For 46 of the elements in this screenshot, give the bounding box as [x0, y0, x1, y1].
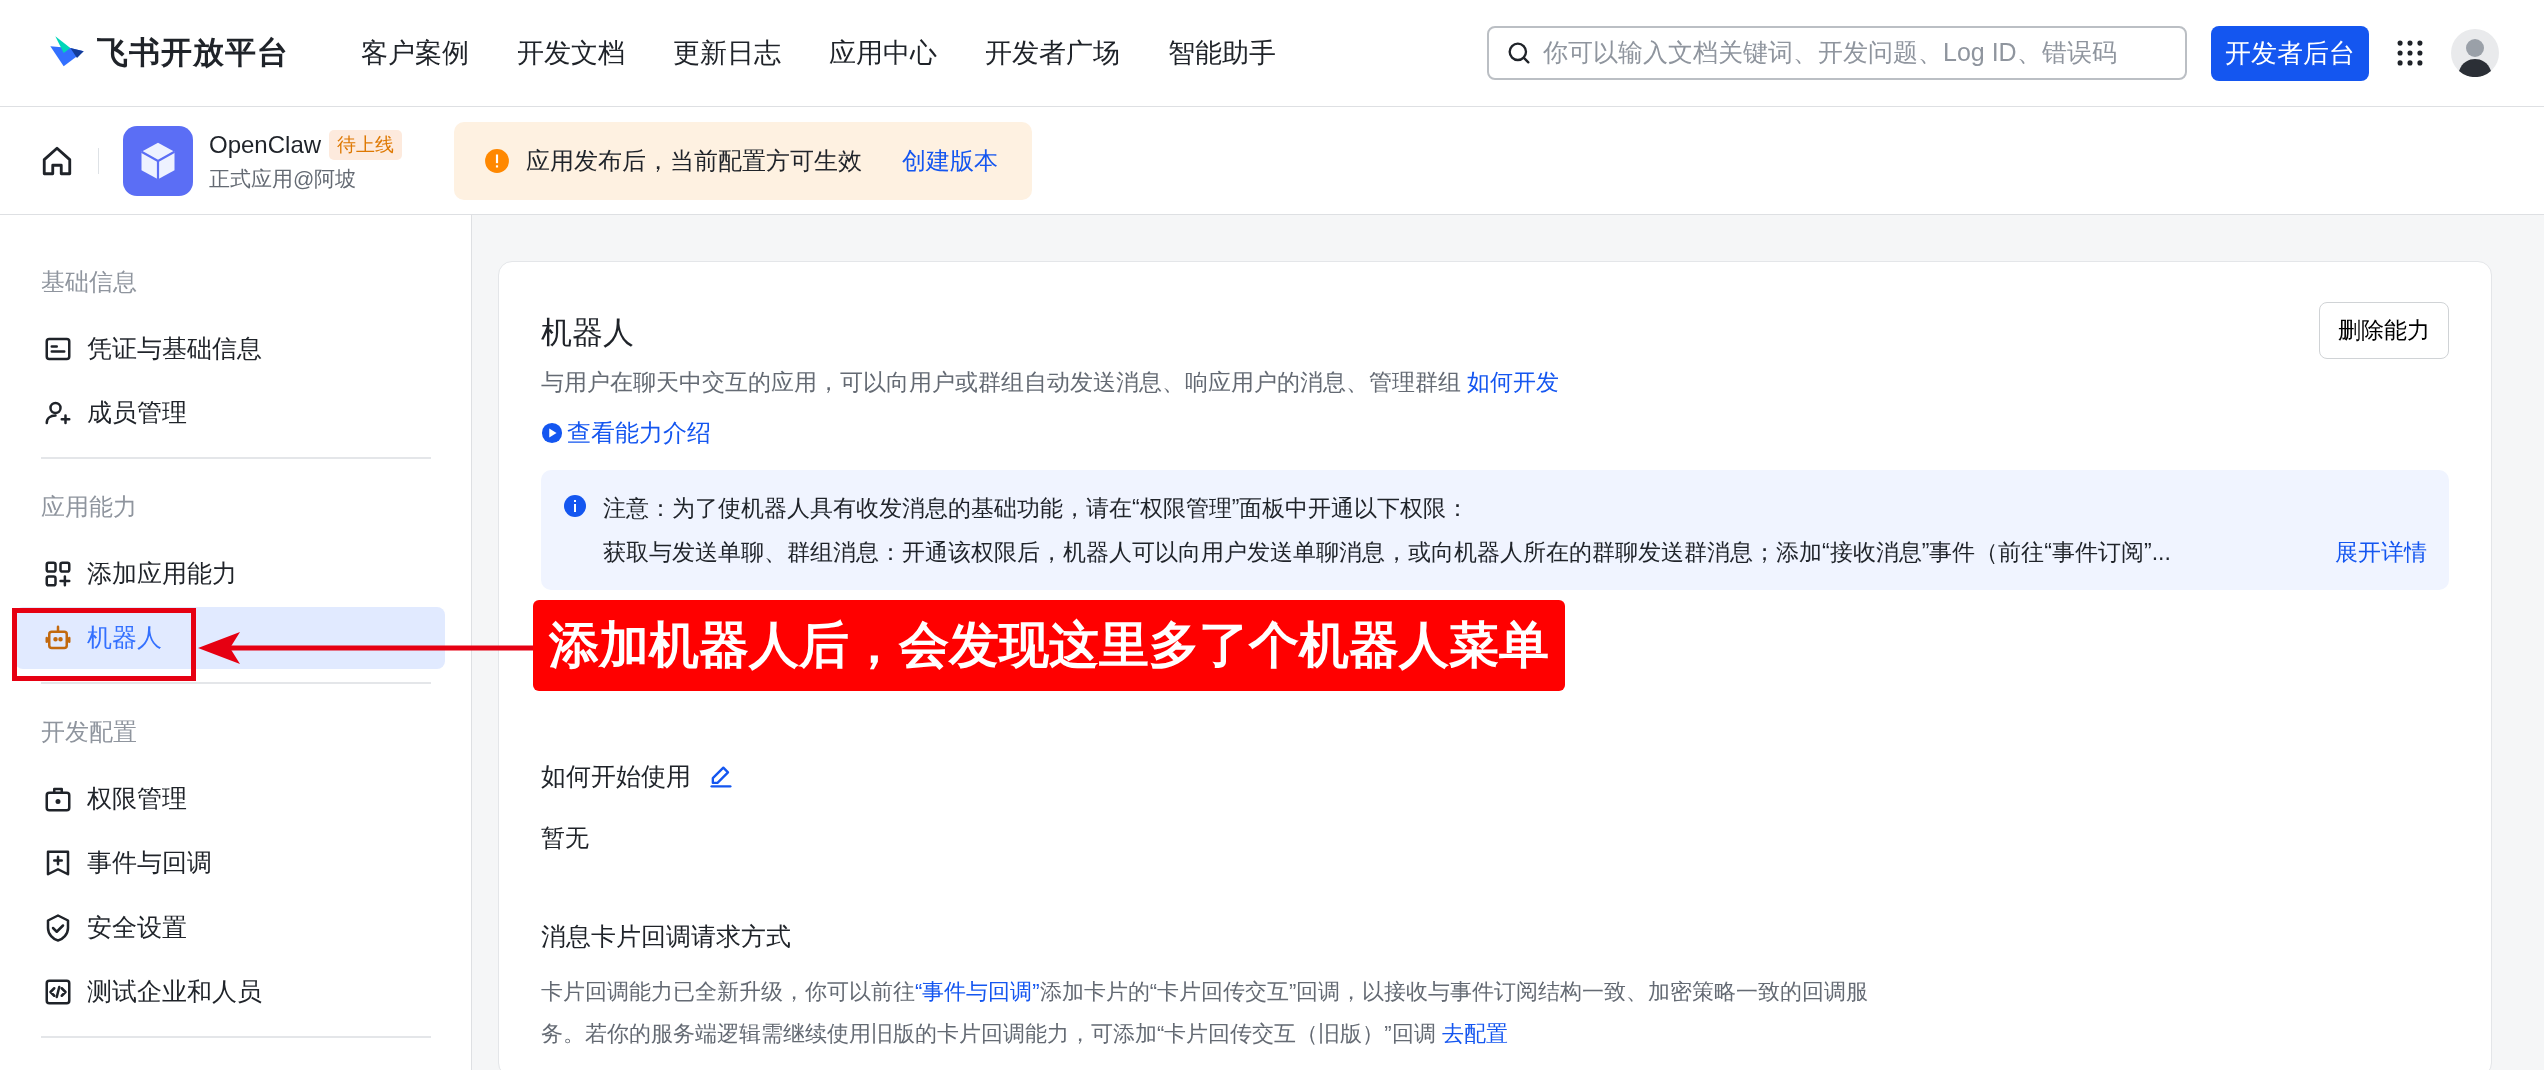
inline-link[interactable]: “事件与回调”: [915, 979, 1040, 1004]
group-label: 应用能力: [40, 492, 138, 522]
nav-link[interactable]: 应用中心: [805, 32, 961, 74]
play-icon: [541, 422, 563, 444]
group-label: 基础信息: [40, 267, 138, 297]
info-text: 注意：为了使机器人具有收发消息的基础功能，请在“权限管理”面板中开通以下权限：: [603, 494, 1471, 523]
section-title: 机器人: [541, 314, 635, 352]
intro-link[interactable]: 查看能力介绍: [541, 415, 711, 451]
inline-link[interactable]: 去配置: [1441, 1021, 1508, 1046]
sidebar-item[interactable]: 凭证与基础信息: [15, 317, 445, 380]
nav-link[interactable]: 客户案例: [337, 32, 493, 74]
nav-link[interactable]: 更新日志: [649, 32, 805, 74]
section-text: 暂无: [541, 822, 590, 853]
create-version-link[interactable]: 创建版本: [902, 142, 999, 179]
logo-text: 飞书开放平台: [97, 33, 289, 72]
sidebar-item[interactable]: 安全设置: [15, 896, 445, 959]
app-name: OpenClaw: [209, 129, 322, 160]
sidebar-item[interactable]: 测试企业和人员: [15, 961, 445, 1023]
nav-link[interactable]: 开发文档: [493, 32, 649, 74]
warning-icon: [484, 147, 511, 174]
avatar[interactable]: [2451, 29, 2499, 77]
delete-button[interactable]: 删除能力: [2319, 302, 2449, 359]
sidebar-item[interactable]: 权限管理: [15, 767, 445, 830]
status-tag: 待上线: [329, 129, 403, 160]
sidebar-item[interactable]: 添加应用能力: [15, 542, 445, 605]
section-heading: 如何开始使用: [541, 761, 691, 792]
sidebar-item[interactable]: 事件与回调: [15, 832, 445, 894]
how-to-link[interactable]: 如何开发: [1467, 368, 1560, 395]
annotation-banner: 添加机器人后，会发现这里多了个机器人菜单: [533, 600, 1565, 691]
code-icon: [43, 977, 73, 1007]
sidebar-item[interactable]: 成员管理: [15, 382, 445, 444]
console-button[interactable]: 开发者后台: [2211, 25, 2369, 81]
info-text: 获取与发送单聊、群组消息：开通该权限后，机器人可以向用户发送单聊消息，或向机器人所在的群聊发送群消息；添加“接收消息”事件（前往“事件订阅”...: [603, 538, 2171, 567]
nav-link[interactable]: 智能助手: [1144, 32, 1300, 74]
group-label: 开发配置: [40, 717, 138, 747]
sidebar-item[interactable]: 机器人: [15, 607, 445, 669]
notice-text: 应用发布后，当前配置方可生效: [526, 145, 863, 176]
nav-link[interactable]: 开发者广场: [961, 32, 1144, 74]
info-icon: [563, 494, 587, 518]
app-icon: [123, 125, 193, 196]
app-subtitle: 正式应用@阿坡: [209, 165, 358, 192]
section-text: 卡片回调能力已全新升级，你可以前往“事件与回调”添加卡片的“卡片回传交互”回调，以接收与事件订阅结构一致、加密策略一致的回调服务。若你的服务端逻辑需继续使用旧版的卡片回调能力，可添加“卡片回传交互（旧版）”回调 去配置: [541, 978, 1870, 1048]
expand-link[interactable]: 展开详情: [2335, 530, 2427, 574]
search-field[interactable]: 你可以输入文档关键词、开发问题、Log ID、错误码: [1487, 26, 2187, 80]
description-text: 与用户在聊天中交互的应用，可以向用户或群组自动发送消息、响应用户的消息、管理群组 如何开发: [541, 367, 1560, 397]
section-heading: 消息卡片回调请求方式: [541, 920, 791, 952]
